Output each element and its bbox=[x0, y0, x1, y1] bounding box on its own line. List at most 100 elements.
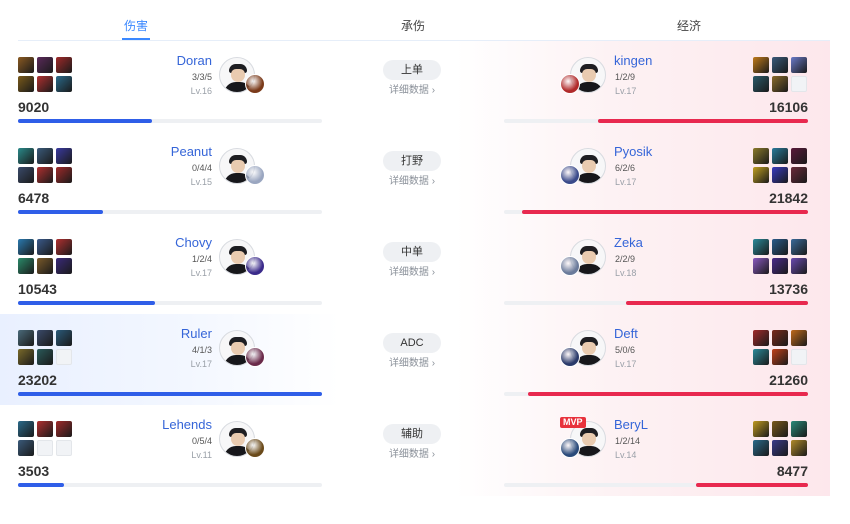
item-icon[interactable] bbox=[772, 167, 788, 183]
item-icon[interactable] bbox=[56, 258, 72, 274]
player-name[interactable]: Doran bbox=[177, 53, 212, 68]
item-icon[interactable] bbox=[56, 440, 72, 456]
item-icon[interactable] bbox=[18, 148, 34, 164]
item-icon[interactable] bbox=[772, 76, 788, 92]
item-build bbox=[18, 239, 74, 274]
item-icon[interactable] bbox=[753, 167, 769, 183]
damage-bar-fill bbox=[18, 301, 155, 305]
level-text: Lv.16 bbox=[190, 86, 212, 96]
item-icon[interactable] bbox=[18, 76, 34, 92]
item-icon[interactable] bbox=[56, 349, 72, 365]
item-icon[interactable] bbox=[37, 258, 53, 274]
item-icon[interactable] bbox=[37, 421, 53, 437]
item-icon[interactable] bbox=[772, 349, 788, 365]
player-row: 6478 Peanut 0/4/4 Lv.15 21842 Pyosik 6/2/6 Lv.1… bbox=[0, 132, 850, 223]
item-icon[interactable] bbox=[791, 440, 807, 456]
item-build bbox=[18, 57, 74, 92]
player-name[interactable]: Pyosik bbox=[614, 144, 652, 159]
champion-icon bbox=[560, 74, 580, 94]
item-icon[interactable] bbox=[56, 148, 72, 164]
item-icon[interactable] bbox=[772, 258, 788, 274]
item-icon[interactable] bbox=[18, 421, 34, 437]
chevron-right-icon: › bbox=[431, 85, 436, 96]
player-name[interactable]: Chovy bbox=[175, 235, 212, 250]
avatar-face bbox=[582, 69, 596, 82]
kda-text: 1/2/14 bbox=[615, 436, 641, 446]
item-icon[interactable] bbox=[37, 239, 53, 255]
item-icon[interactable] bbox=[753, 330, 769, 346]
item-icon[interactable] bbox=[791, 57, 807, 73]
item-icon[interactable] bbox=[18, 258, 34, 274]
avatar-face bbox=[231, 342, 245, 355]
item-icon[interactable] bbox=[753, 349, 769, 365]
detail-link[interactable]: 详细数据 › bbox=[380, 172, 444, 187]
item-icon[interactable] bbox=[18, 57, 34, 73]
tab-damage[interactable]: 伤害 bbox=[96, 17, 176, 34]
damage-total: 8477 bbox=[776, 463, 808, 479]
detail-link[interactable]: 详细数据 › bbox=[380, 354, 444, 369]
item-icon[interactable] bbox=[18, 330, 34, 346]
player-name[interactable]: Deft bbox=[614, 326, 638, 341]
champion-icon bbox=[245, 165, 265, 185]
damage-total: 3503 bbox=[18, 463, 50, 479]
item-icon[interactable] bbox=[753, 148, 769, 164]
damage-bar-fill bbox=[695, 483, 808, 487]
item-icon[interactable] bbox=[37, 330, 53, 346]
item-icon[interactable] bbox=[753, 421, 769, 437]
player-name[interactable]: Ruler bbox=[181, 326, 212, 341]
avatar-face bbox=[582, 160, 596, 173]
item-icon[interactable] bbox=[56, 421, 72, 437]
item-icon[interactable] bbox=[772, 330, 788, 346]
item-build bbox=[753, 239, 809, 274]
item-icon[interactable] bbox=[753, 57, 769, 73]
item-icon[interactable] bbox=[37, 167, 53, 183]
item-icon[interactable] bbox=[772, 421, 788, 437]
tab-damage-taken[interactable]: 承伤 bbox=[373, 17, 453, 34]
item-icon[interactable] bbox=[56, 167, 72, 183]
item-icon[interactable] bbox=[753, 76, 769, 92]
item-icon[interactable] bbox=[753, 258, 769, 274]
detail-link[interactable]: 详细数据 › bbox=[380, 81, 444, 96]
item-icon[interactable] bbox=[18, 167, 34, 183]
detail-label: 详细数据 bbox=[388, 449, 429, 460]
item-icon[interactable] bbox=[56, 76, 72, 92]
player-name[interactable]: Peanut bbox=[171, 144, 212, 159]
detail-link[interactable]: 详细数据 › bbox=[380, 263, 444, 278]
item-icon[interactable] bbox=[18, 239, 34, 255]
item-icon[interactable] bbox=[18, 440, 34, 456]
item-build bbox=[18, 148, 74, 183]
avatar-face bbox=[582, 251, 596, 264]
detail-link[interactable]: 详细数据 › bbox=[380, 445, 444, 460]
item-icon[interactable] bbox=[791, 258, 807, 274]
player-name[interactable]: BeryL bbox=[614, 417, 648, 432]
item-icon[interactable] bbox=[56, 57, 72, 73]
item-icon[interactable] bbox=[56, 239, 72, 255]
item-icon[interactable] bbox=[37, 440, 53, 456]
item-icon[interactable] bbox=[753, 440, 769, 456]
item-icon[interactable] bbox=[56, 330, 72, 346]
item-icon[interactable] bbox=[37, 57, 53, 73]
item-icon[interactable] bbox=[772, 148, 788, 164]
player-name[interactable]: kingen bbox=[614, 53, 652, 68]
item-icon[interactable] bbox=[18, 349, 34, 365]
item-icon[interactable] bbox=[791, 330, 807, 346]
item-icon[interactable] bbox=[37, 76, 53, 92]
level-text: Lv.18 bbox=[615, 268, 637, 278]
item-icon[interactable] bbox=[772, 239, 788, 255]
item-icon[interactable] bbox=[791, 239, 807, 255]
player-name[interactable]: Zeka bbox=[614, 235, 643, 250]
item-icon[interactable] bbox=[772, 440, 788, 456]
item-icon[interactable] bbox=[37, 349, 53, 365]
item-icon[interactable] bbox=[791, 76, 807, 92]
tab-gold[interactable]: 经济 bbox=[649, 17, 729, 34]
item-icon[interactable] bbox=[772, 57, 788, 73]
item-icon[interactable] bbox=[791, 349, 807, 365]
item-icon[interactable] bbox=[791, 167, 807, 183]
position-column: 辅助 详细数据 › bbox=[380, 405, 446, 496]
item-icon[interactable] bbox=[791, 421, 807, 437]
item-icon[interactable] bbox=[37, 148, 53, 164]
item-icon[interactable] bbox=[791, 148, 807, 164]
player-name[interactable]: Lehends bbox=[162, 417, 212, 432]
kda-text: 3/3/5 bbox=[191, 72, 212, 82]
item-icon[interactable] bbox=[753, 239, 769, 255]
